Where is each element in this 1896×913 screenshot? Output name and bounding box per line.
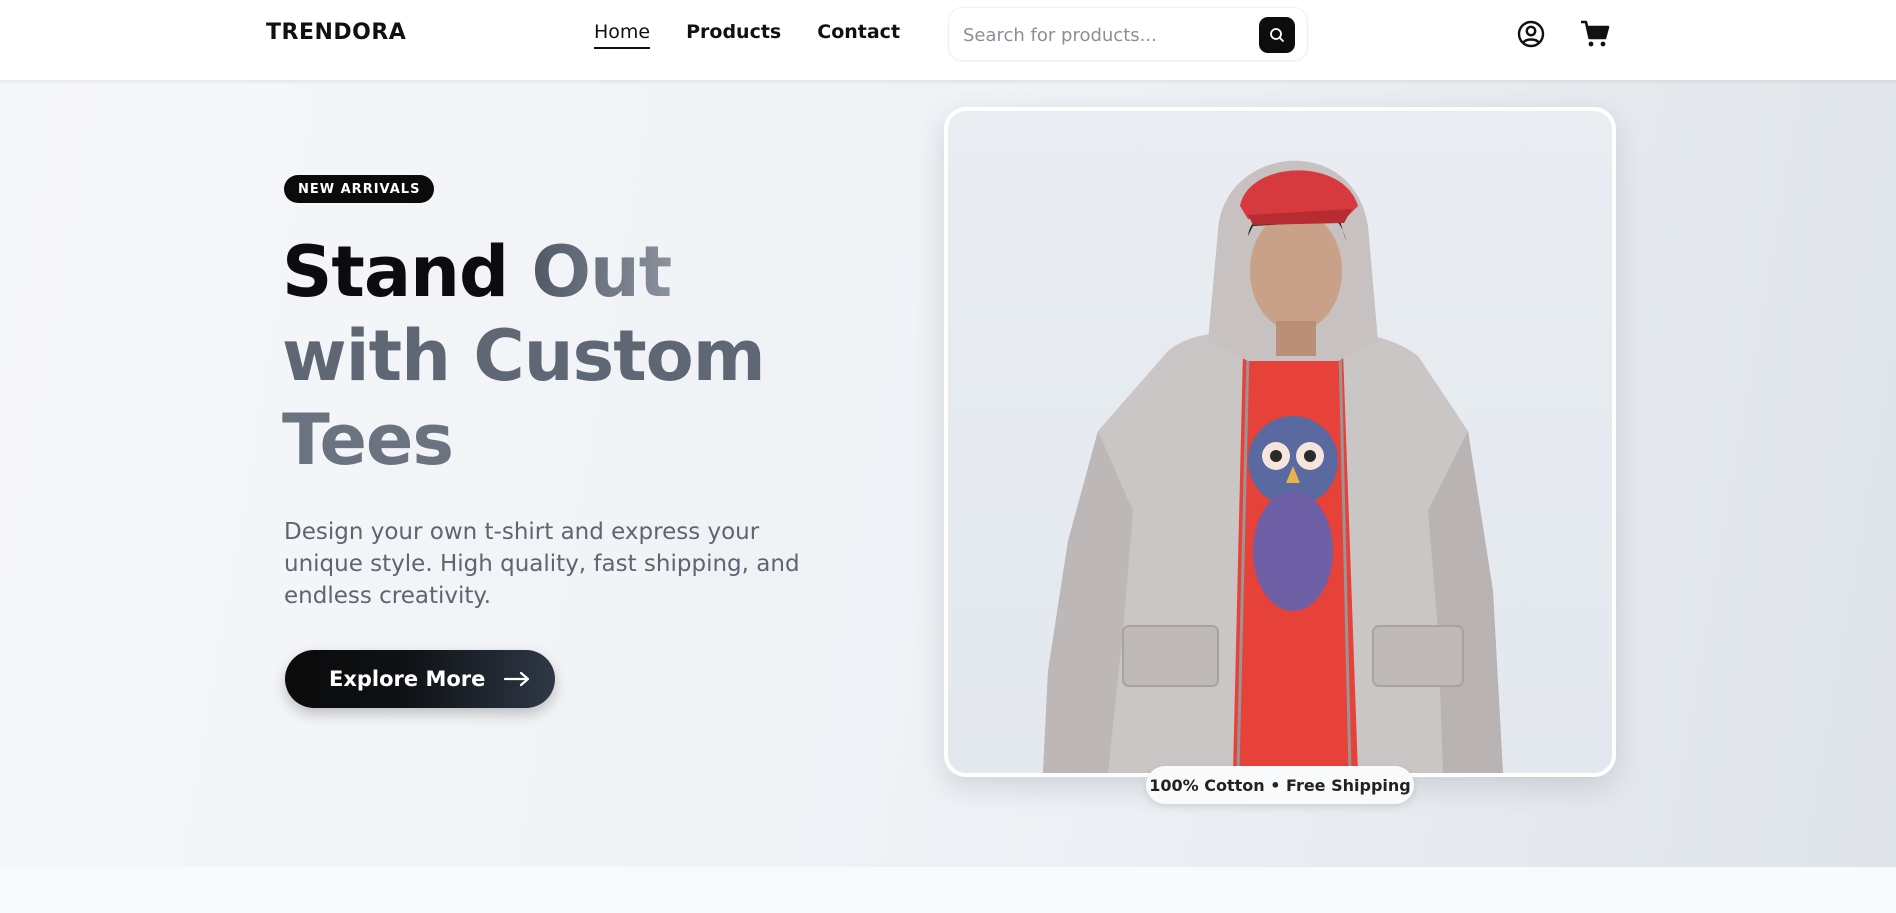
headline-part-out: Out [531, 231, 672, 313]
hero-section: NEW ARRIVALS Stand Out with Custom Tees … [0, 80, 1896, 867]
main-nav: Home Products Contact [594, 21, 900, 49]
nav-home[interactable]: Home [594, 21, 651, 49]
hero-description: Design your own t-shirt and express your… [284, 519, 800, 609]
headline-part-custom: with Custom [282, 315, 766, 397]
cart-button[interactable] [1579, 18, 1611, 50]
explore-more-label: Explore More [329, 667, 486, 691]
arrow-right-icon [504, 671, 530, 687]
hero-headline: Stand Out with Custom Tees [282, 230, 802, 482]
search-button[interactable] [1259, 17, 1295, 53]
account-button[interactable] [1515, 18, 1547, 50]
image-caption-badge: 100% Cotton • Free Shipping [1146, 766, 1414, 804]
search-icon [1270, 28, 1284, 42]
site-header: TRENDORA Home Products Contact [0, 0, 1896, 80]
model-illustration [1043, 160, 1503, 773]
search-input[interactable] [963, 20, 1243, 50]
nav-products[interactable]: Products [686, 21, 781, 49]
headline-part-tees: Tees [282, 399, 454, 481]
user-icon [1517, 20, 1545, 48]
nav-contact[interactable]: Contact [817, 21, 900, 49]
hero-product-image [944, 107, 1616, 777]
explore-more-button[interactable]: Explore More [285, 650, 555, 708]
search-bar [948, 7, 1308, 61]
new-arrivals-badge: NEW ARRIVALS [284, 175, 435, 203]
brand-logo[interactable]: TRENDORA [266, 20, 406, 45]
headline-part-stand: Stand [282, 231, 509, 313]
cart-icon [1581, 20, 1610, 47]
